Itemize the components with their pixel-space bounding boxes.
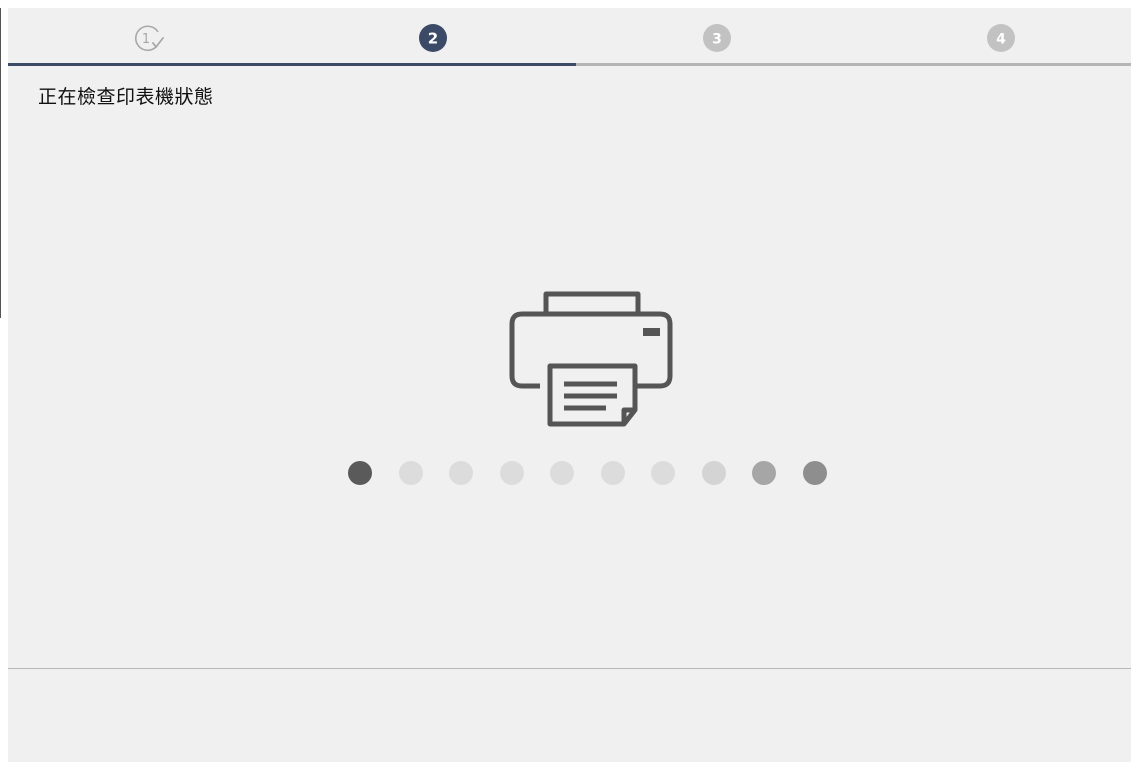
step-4-number: 4	[996, 32, 1006, 48]
step-2-current-icon: 2	[419, 24, 447, 52]
step-3-pending-icon: 3	[703, 24, 731, 52]
progress-dot	[499, 461, 524, 485]
footer-bar	[8, 669, 1131, 762]
progress-dot	[550, 461, 574, 485]
setup-window: 1 2 3 4 正在檢查印表機狀態	[8, 8, 1131, 762]
progress-dot	[802, 461, 827, 485]
step-4: 4	[860, 8, 1131, 66]
printer-icon	[509, 291, 673, 427]
progress-dot	[752, 461, 776, 485]
window-left-edge	[0, 8, 1, 318]
progress-dot	[600, 461, 625, 485]
step-2: 2	[292, 8, 576, 66]
step-indicator: 1 2 3 4	[8, 8, 1131, 66]
progress-dot	[449, 461, 473, 485]
progress-dot	[398, 461, 423, 485]
step-2-bar	[292, 63, 576, 66]
step-1: 1	[8, 8, 292, 66]
step-4-bar	[860, 63, 1131, 66]
step-3-bar	[576, 63, 860, 66]
step-4-pending-icon: 4	[987, 24, 1015, 52]
step-1-completed-icon: 1	[134, 25, 164, 52]
step-1-number: 1	[142, 32, 150, 47]
checkmark-icon	[152, 37, 164, 48]
progress-dot	[651, 461, 675, 485]
status-title: 正在檢查印表機狀態	[38, 86, 214, 108]
progress-dot	[348, 461, 372, 485]
step-3-number: 3	[712, 32, 722, 48]
step-3: 3	[576, 8, 860, 66]
step-1-bar	[8, 63, 292, 66]
step-2-number: 2	[428, 30, 438, 48]
progress-dot	[701, 461, 726, 485]
